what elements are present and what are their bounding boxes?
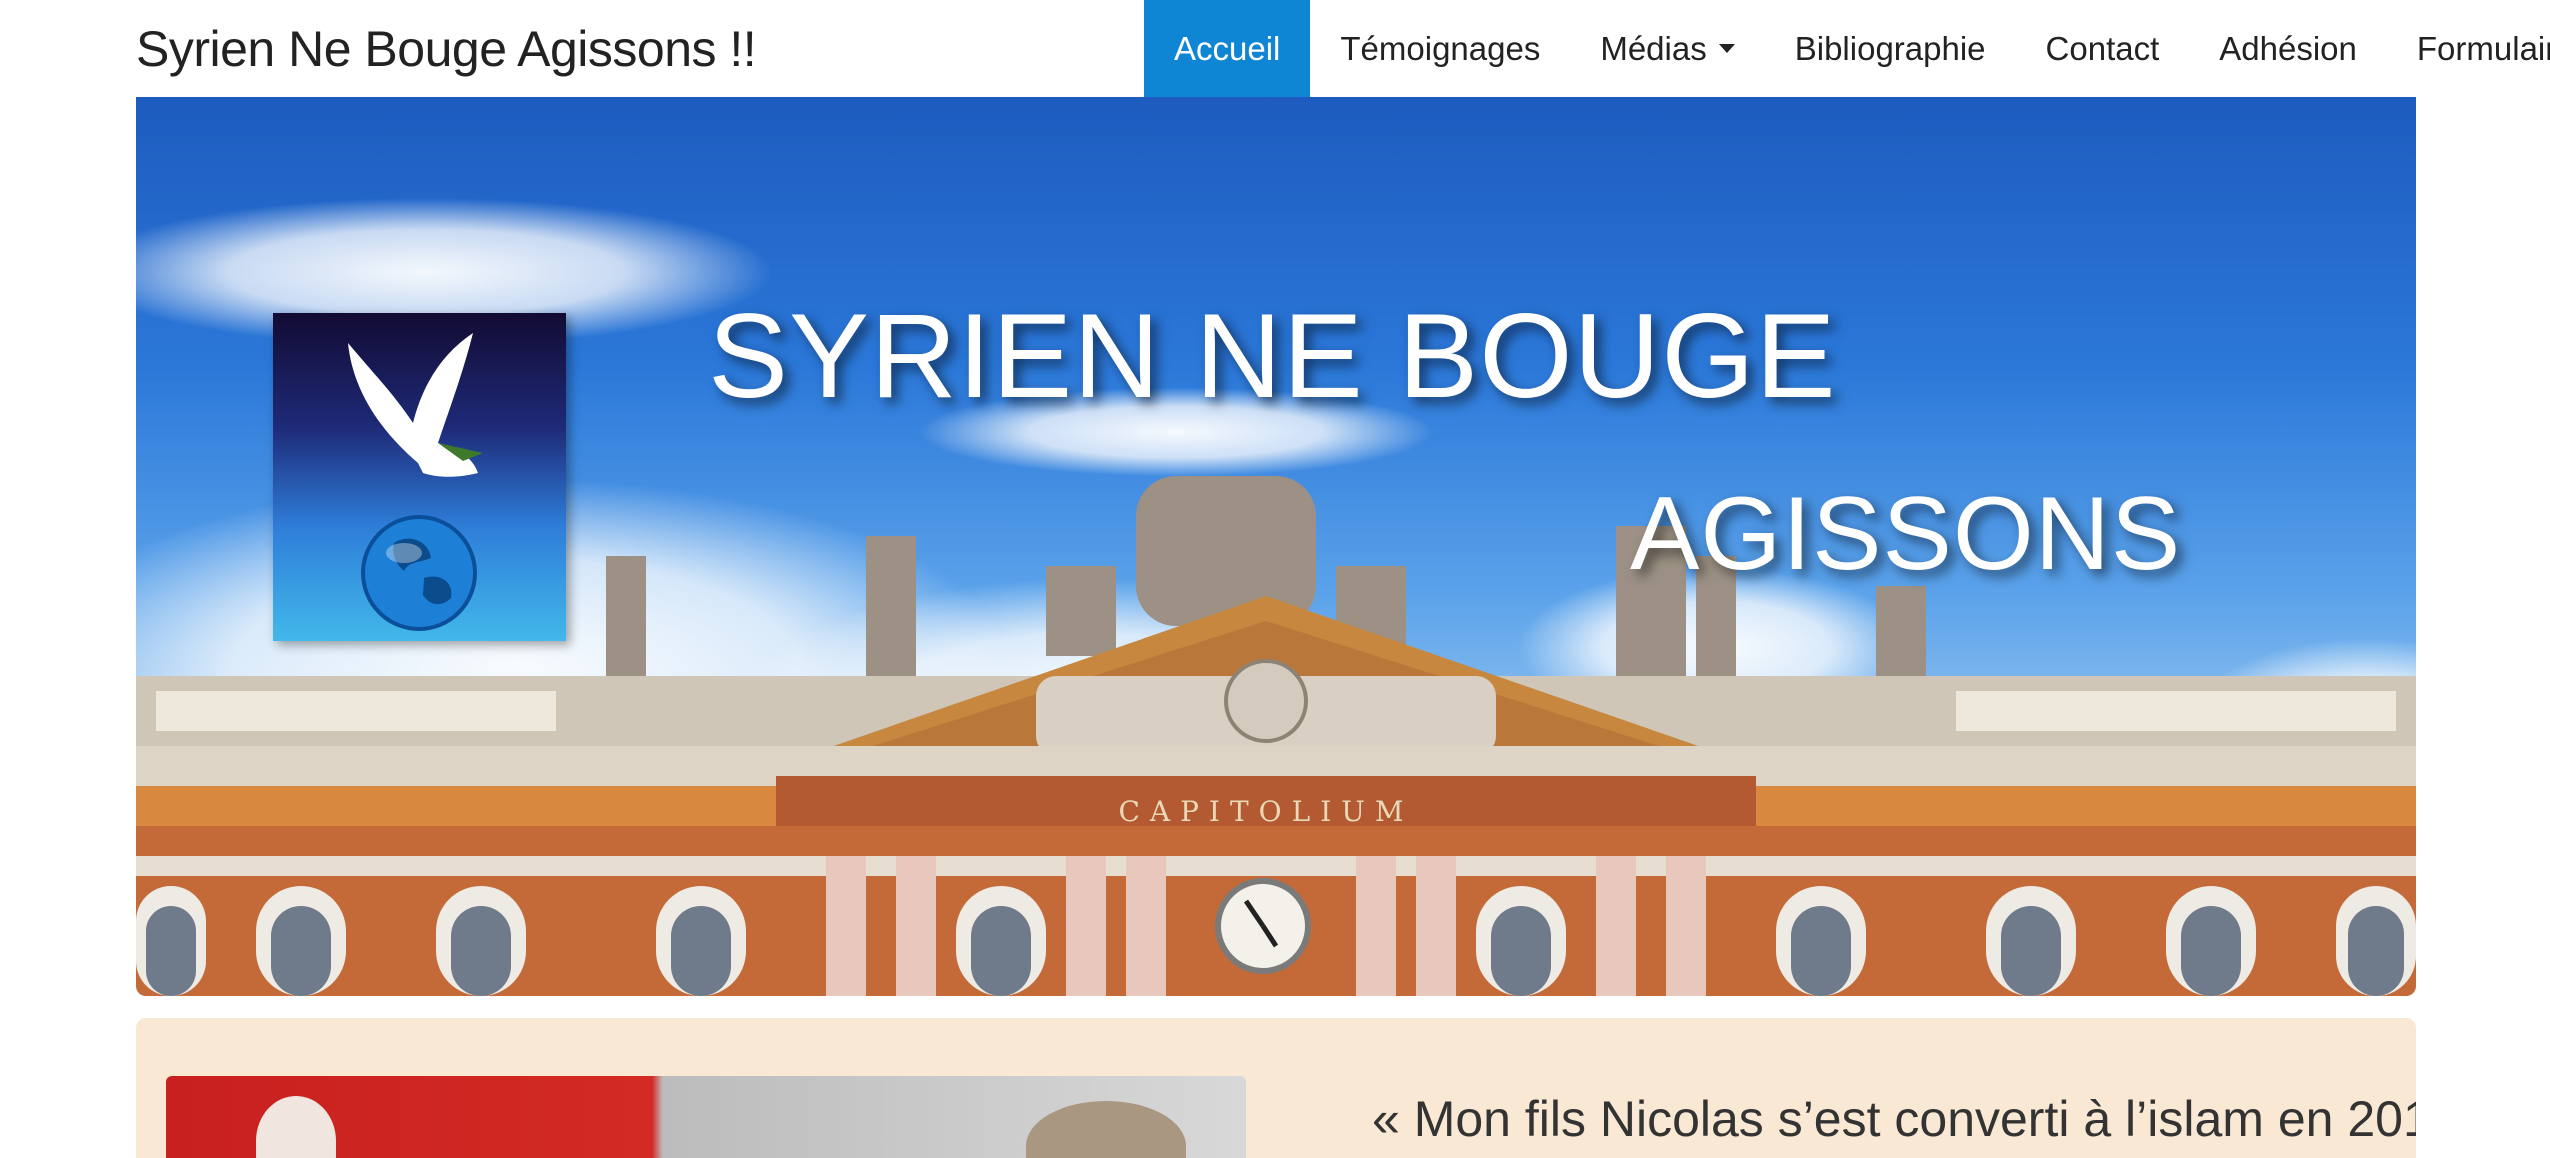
nav-item-formulaire[interactable]: Formulaire [2387, 0, 2550, 97]
hero-title-line2: AGISSONS [1630, 476, 2182, 592]
featured-article-card: « Mon fils Nicolas s’est converti à l’is… [136, 1018, 2416, 1158]
nav-item-label: Médias [1600, 29, 1707, 67]
nav-item-adhesion[interactable]: Adhésion [2189, 0, 2387, 97]
nav-item-medias-dropdown[interactable]: Médias [1570, 0, 1764, 97]
hero-banner: CAPITOLIUM SYRIEN NE BOUGE AGISSONS [136, 97, 2416, 996]
nav-item-accueil[interactable]: Accueil [1144, 0, 1311, 97]
nav-item-label: Adhésion [2219, 29, 2357, 67]
nav-item-contact[interactable]: Contact [2016, 0, 2190, 97]
article-title-link[interactable]: « Mon fils Nicolas s’est converti à l’is… [1372, 1090, 2416, 1148]
globe-icon [361, 515, 477, 631]
nav-item-temoignages[interactable]: Témoignages [1310, 0, 1570, 97]
nav-item-label: Contact [2045, 29, 2160, 67]
caret-down-icon [1718, 44, 1735, 53]
nav-item-label: Bibliographie [1794, 29, 1986, 67]
person-photo [1026, 1101, 1186, 1158]
nav-item-bibliographie[interactable]: Bibliographie [1765, 0, 2016, 97]
top-navbar: Syrien Ne Bouge Agissons !! Accueil Témo… [0, 0, 2550, 97]
nav-item-label: Témoignages [1340, 29, 1541, 67]
flower-icon [256, 1096, 336, 1158]
article-image[interactable] [166, 1076, 1246, 1158]
association-logo [273, 313, 566, 641]
capitolium-inscription: CAPITOLIUM [1118, 795, 1413, 828]
hero-title-line1: SYRIEN NE BOUGE [708, 289, 1837, 423]
nav-item-label: Formulaire [2416, 29, 2550, 67]
nav-item-label: Accueil [1174, 29, 1281, 67]
main-nav: Accueil Témoignages Médias Bibliographie… [1144, 0, 2550, 97]
site-brand-link[interactable]: Syrien Ne Bouge Agissons !! [136, 0, 757, 97]
